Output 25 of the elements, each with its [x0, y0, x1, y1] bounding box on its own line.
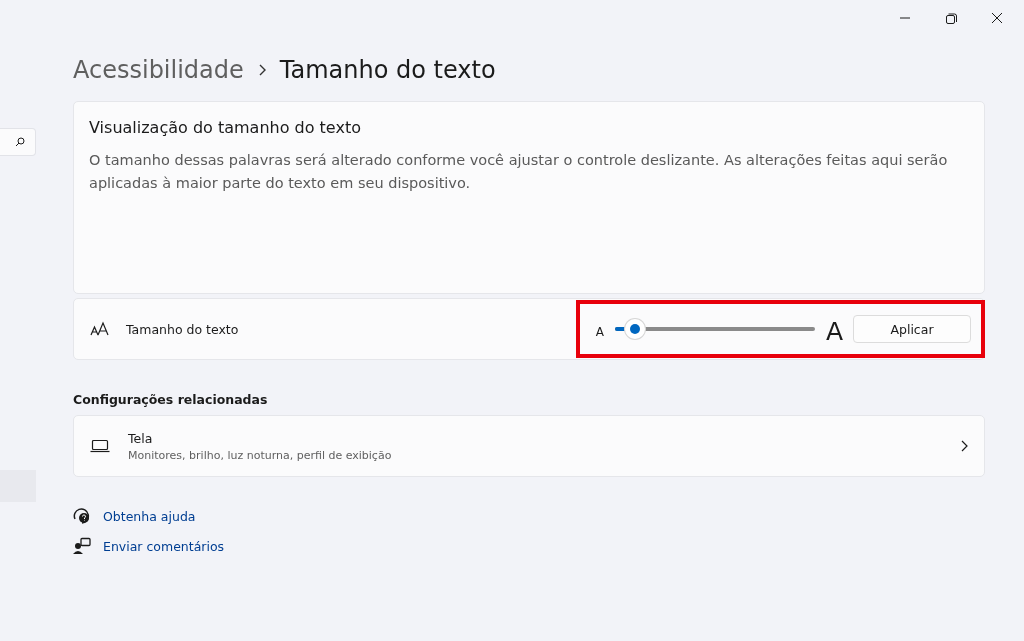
large-letter: A — [825, 316, 843, 346]
setting-label: Tamanho do texto — [126, 321, 240, 337]
slider-thumb[interactable] — [624, 319, 645, 339]
help-link[interactable]: Enviar comentários — [103, 538, 225, 554]
display-settings-item[interactable]: Tela Monitores, brilho, luz noturna, perfil de exibição — [73, 415, 985, 477]
preview-title: Visualização do tamanho do texto — [89, 118, 362, 137]
restore-icon — [945, 12, 957, 24]
small-letter: A — [595, 325, 604, 339]
chevron-icon — [961, 440, 968, 452]
chevron-icon — [257, 64, 266, 76]
item-title: Tela — [128, 430, 154, 446]
help-icon — [73, 507, 91, 525]
section-heading: Configurações relacionadas — [73, 392, 269, 407]
apply-button[interactable]: Aplicar — [853, 315, 971, 343]
laptop-icon — [90, 439, 110, 453]
text-size-icon — [90, 321, 110, 337]
feedback-icon — [73, 537, 91, 555]
search-field[interactable] — [0, 128, 36, 156]
page-title: Tamanho do texto — [279, 56, 496, 84]
preview-text: O tamanho dessas palavras será alterado conforme você ajustar o controle deslizante. As alterações feitas aqui serão aplicadas à maior parte do texto em seu dispositivo. — [89, 151, 949, 193]
breadcrumb-link[interactable]: Acessibilidade — [73, 56, 244, 84]
item-description: Monitores, brilho, luz noturna, perfil de exibição — [128, 448, 393, 462]
help-link[interactable]: Obtenha ajuda — [103, 508, 196, 524]
search-icon — [15, 137, 25, 147]
close-icon — [992, 13, 1002, 23]
